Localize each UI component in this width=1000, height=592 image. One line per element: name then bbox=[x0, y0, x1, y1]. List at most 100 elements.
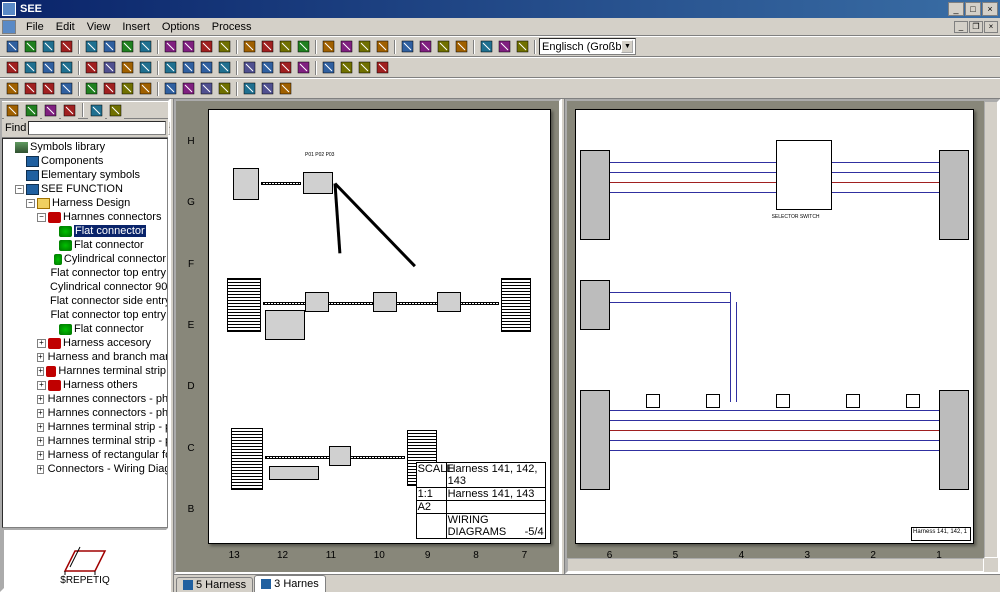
copy-button[interactable] bbox=[137, 38, 154, 55]
select-button[interactable] bbox=[4, 59, 21, 76]
f-button[interactable] bbox=[107, 102, 124, 119]
find-button[interactable] bbox=[241, 38, 258, 55]
expand-icon[interactable]: + bbox=[37, 409, 44, 418]
arc-button[interactable] bbox=[83, 80, 100, 97]
menu-file[interactable]: File bbox=[20, 20, 50, 34]
tree-harness-connectors[interactable]: −Harnnes connectors bbox=[4, 210, 166, 224]
tree-sibling-2[interactable]: +Harnnes terminal strip bbox=[4, 364, 166, 378]
tree-leaf-3[interactable]: Flat connector top entry bbox=[4, 266, 166, 280]
zoomwin-button[interactable] bbox=[453, 38, 470, 55]
drawing-pane-right[interactable]: SELECTOR SWITCH bbox=[565, 99, 1000, 574]
menu-edit[interactable]: Edit bbox=[50, 20, 81, 34]
layer-button[interactable] bbox=[320, 38, 337, 55]
expand-icon[interactable]: + bbox=[37, 339, 46, 348]
menu-process[interactable]: Process bbox=[206, 20, 258, 34]
line-button[interactable] bbox=[22, 80, 39, 97]
pan-button[interactable] bbox=[478, 38, 495, 55]
info-button[interactable] bbox=[356, 38, 373, 55]
mirror-button[interactable] bbox=[259, 80, 276, 97]
tree-sibling-8[interactable]: +Harness of rectangular form bbox=[4, 448, 166, 462]
port-button[interactable] bbox=[119, 59, 136, 76]
fill-button[interactable] bbox=[180, 80, 197, 97]
help-button[interactable] bbox=[374, 38, 391, 55]
dim-button[interactable] bbox=[180, 59, 197, 76]
table-button[interactable] bbox=[356, 59, 373, 76]
tree-sibling-1[interactable]: +Harness and branch markers bbox=[4, 350, 166, 364]
expand-icon[interactable]: + bbox=[37, 367, 44, 376]
menu-options[interactable]: Options bbox=[156, 20, 206, 34]
tree-root[interactable]: Symbols library bbox=[4, 140, 166, 154]
tree-see-function[interactable]: −SEE FUNCTION bbox=[4, 182, 166, 196]
frame-button[interactable] bbox=[137, 59, 154, 76]
print-button[interactable] bbox=[83, 38, 100, 55]
wire-button[interactable] bbox=[22, 59, 39, 76]
junction-button[interactable] bbox=[83, 59, 100, 76]
grid-button[interactable] bbox=[277, 38, 294, 55]
tree-components[interactable]: Components bbox=[4, 154, 166, 168]
close-button[interactable]: × bbox=[982, 2, 998, 16]
symbols-tree[interactable]: Symbols libraryComponentsElementary symb… bbox=[2, 138, 168, 528]
zoomin-button[interactable] bbox=[399, 38, 416, 55]
tree-leaf-7[interactable]: Flat connector bbox=[4, 322, 166, 336]
tree-leaf-4[interactable]: Cylindrical connector 90° bbox=[4, 280, 166, 294]
mdi-restore-button[interactable]: ❐ bbox=[969, 21, 983, 33]
arrow-button[interactable] bbox=[4, 80, 21, 97]
circle-button[interactable] bbox=[58, 80, 75, 97]
expand-icon[interactable]: + bbox=[37, 465, 44, 474]
rect-button[interactable] bbox=[40, 80, 57, 97]
ellipse-button[interactable] bbox=[119, 80, 136, 97]
tree-sibling-3[interactable]: +Harness others bbox=[4, 378, 166, 392]
run-button[interactable] bbox=[295, 59, 312, 76]
tree-sibling-4[interactable]: +Harnnes connectors - photos bbox=[4, 392, 166, 406]
sheet-right[interactable]: SELECTOR SWITCH bbox=[575, 109, 974, 544]
cross-button[interactable] bbox=[259, 59, 276, 76]
tree-sibling-7[interactable]: +Harnnes terminal strip - photos bbox=[4, 434, 166, 448]
tree-leaf-1[interactable]: Flat connector bbox=[4, 238, 166, 252]
scrollbar-vertical[interactable] bbox=[984, 101, 998, 558]
tree-leaf-5[interactable]: Flat connector side entry bbox=[4, 294, 166, 308]
expand-icon[interactable]: − bbox=[26, 199, 35, 208]
c-button[interactable] bbox=[42, 102, 59, 119]
sheet-tab[interactable]: 5 Harness bbox=[176, 577, 253, 592]
expand-icon[interactable]: + bbox=[37, 437, 44, 446]
drawing-pane-left[interactable]: HGFEDCB P01 P02 P03 bbox=[174, 99, 561, 574]
macro-button[interactable] bbox=[277, 59, 294, 76]
replace-button[interactable] bbox=[259, 38, 276, 55]
break-button[interactable] bbox=[241, 59, 258, 76]
ground-button[interactable] bbox=[101, 59, 118, 76]
open-button[interactable] bbox=[22, 38, 39, 55]
expand-icon[interactable]: + bbox=[37, 395, 44, 404]
preview-button[interactable] bbox=[101, 38, 118, 55]
minimize-button[interactable]: _ bbox=[948, 2, 964, 16]
color-button[interactable] bbox=[338, 38, 355, 55]
save-button[interactable] bbox=[40, 38, 57, 55]
maximize-button[interactable]: □ bbox=[965, 2, 981, 16]
d-button[interactable] bbox=[61, 102, 78, 119]
bus-button[interactable] bbox=[40, 59, 57, 76]
sheet-tab[interactable]: 3 Harnes bbox=[254, 575, 326, 592]
mdi-minimize-button[interactable]: _ bbox=[954, 21, 968, 33]
delete-button[interactable] bbox=[180, 38, 197, 55]
menu-insert[interactable]: Insert bbox=[116, 20, 156, 34]
redo-button[interactable] bbox=[216, 38, 233, 55]
zoomfit-button[interactable] bbox=[435, 38, 452, 55]
tree-leaf-6[interactable]: Flat connector top entry bbox=[4, 308, 166, 322]
mdi-close-button[interactable]: × bbox=[984, 21, 998, 33]
symbol-button[interactable] bbox=[198, 59, 215, 76]
tree-harness-design[interactable]: −Harness Design bbox=[4, 196, 166, 210]
spline-button[interactable] bbox=[137, 80, 154, 97]
scrollbar-horizontal[interactable] bbox=[567, 558, 984, 572]
array-button[interactable] bbox=[277, 80, 294, 97]
tree-sibling-0[interactable]: +Harness accesory bbox=[4, 336, 166, 350]
tree-leaf-2[interactable]: Cylindrical connector bbox=[4, 252, 166, 266]
expand-icon[interactable]: − bbox=[37, 213, 46, 222]
rotate-button[interactable] bbox=[496, 38, 513, 55]
cut-button[interactable] bbox=[119, 38, 136, 55]
export-button[interactable] bbox=[374, 59, 391, 76]
text-button[interactable] bbox=[162, 59, 179, 76]
expand-icon[interactable]: + bbox=[37, 381, 46, 390]
sheet-left[interactable]: P01 P02 P03 bbox=[208, 109, 551, 544]
tree-sibling-5[interactable]: +Harnnes connectors - photos bbox=[4, 406, 166, 420]
measure-button[interactable] bbox=[514, 38, 531, 55]
expand-icon[interactable]: + bbox=[37, 423, 44, 432]
